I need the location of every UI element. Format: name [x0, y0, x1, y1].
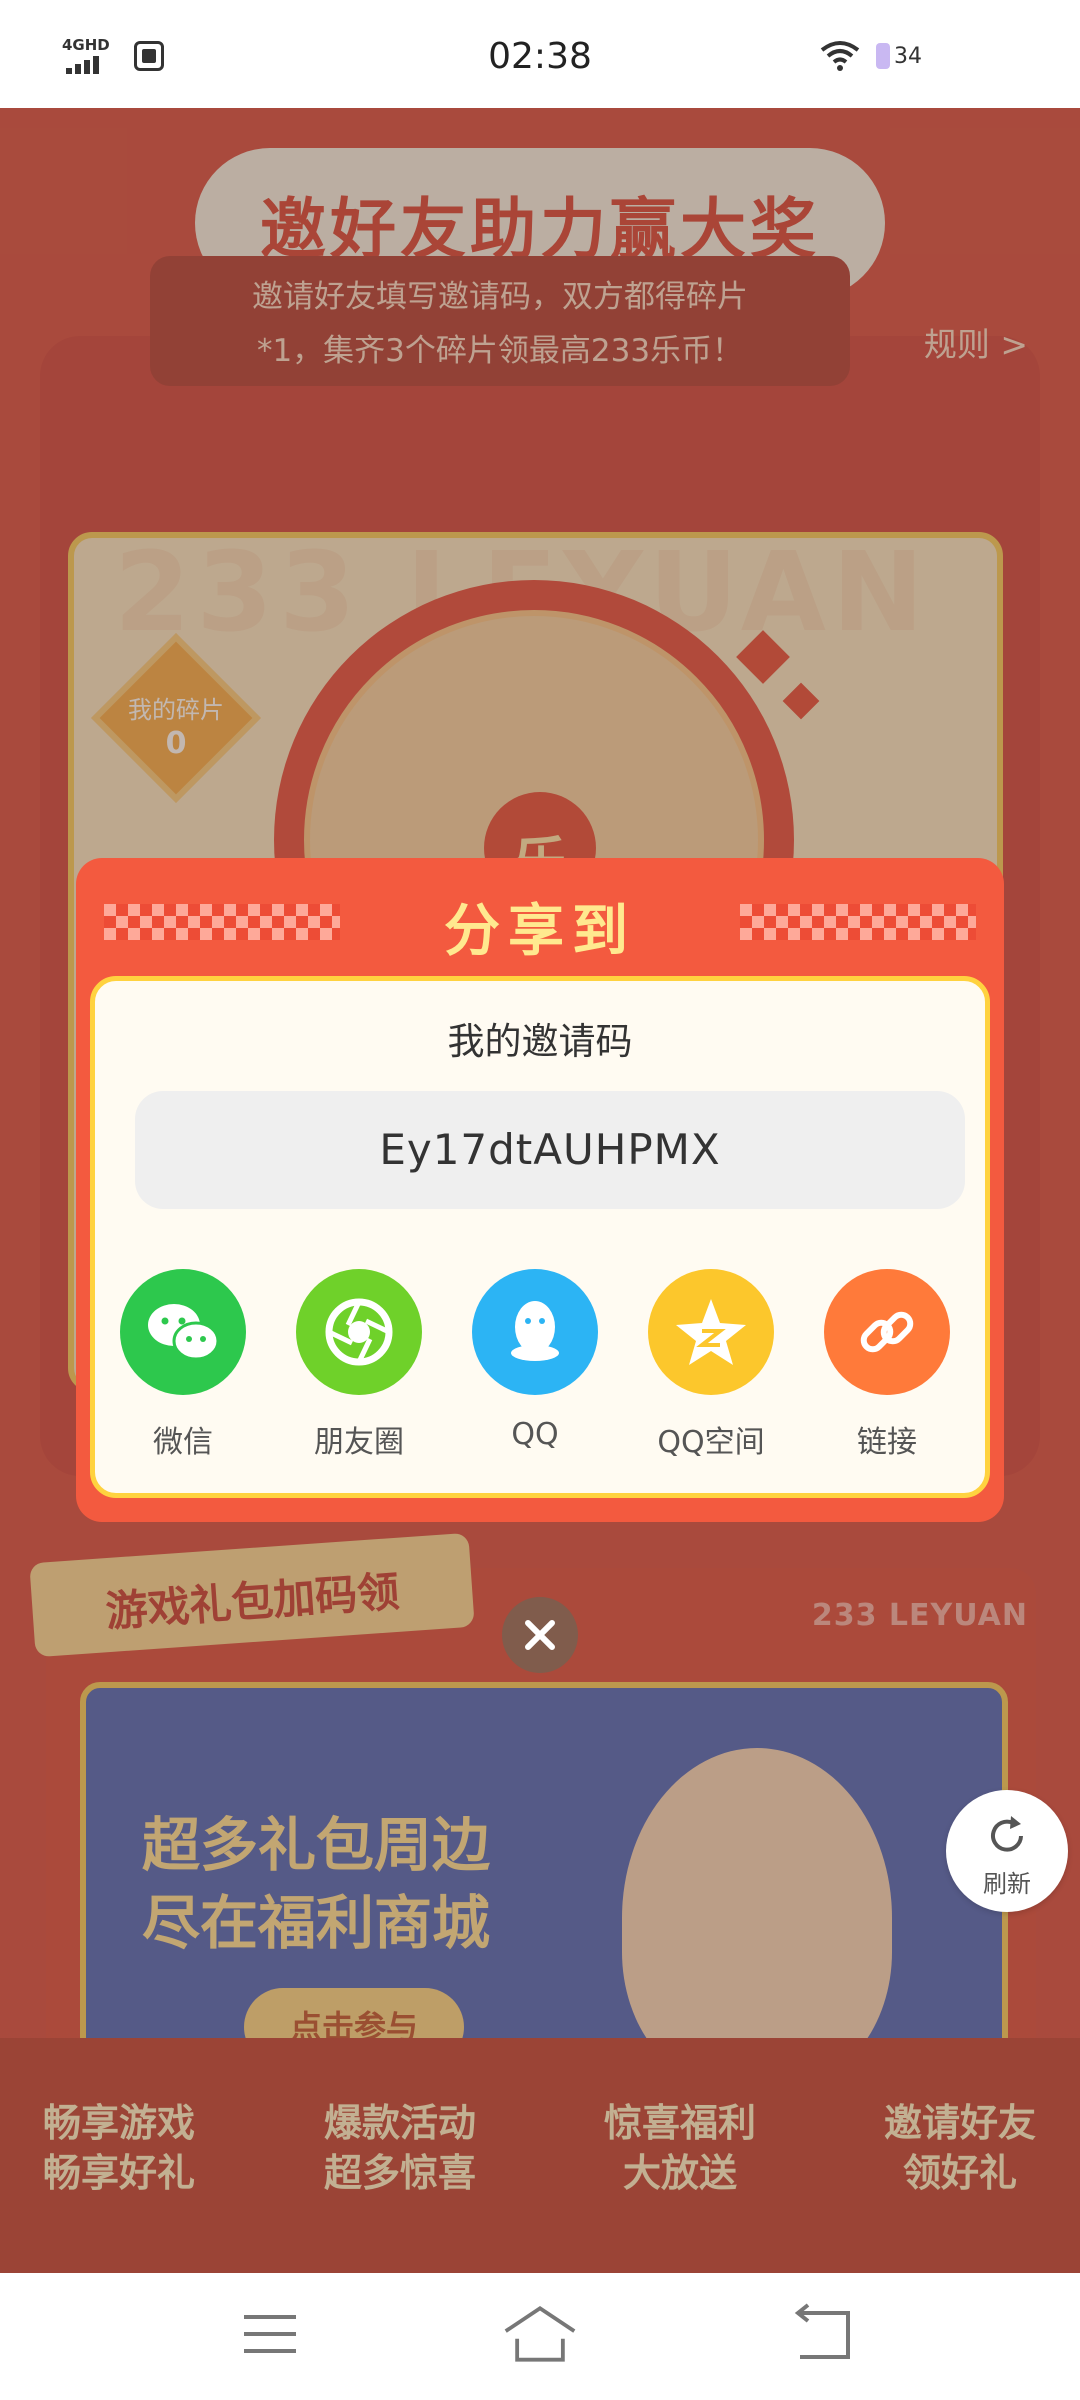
- nav-menu-button[interactable]: [230, 2299, 310, 2369]
- battery-icon: [876, 43, 890, 69]
- dialog-body: 我的邀请码 Ey17dtAUHPMX 微信 朋友圈 QQ QQ空间 链接: [90, 976, 990, 1498]
- wifi-icon: [820, 41, 860, 71]
- share-wechat-button[interactable]: 微信: [95, 1269, 271, 1460]
- link-icon: [824, 1269, 950, 1395]
- status-right: 34: [820, 40, 922, 72]
- dialog-title: 分享到: [444, 899, 636, 964]
- home-icon: [504, 2305, 576, 2362]
- qq-icon: [472, 1269, 598, 1395]
- nav-back-button[interactable]: [780, 2299, 860, 2369]
- status-bar: 4GHD 02:38 34: [0, 0, 1080, 108]
- invite-code-label: 我的邀请码: [447, 1020, 633, 1063]
- share-moments-button[interactable]: 朋友圈: [271, 1269, 447, 1460]
- close-dialog-button[interactable]: [502, 1597, 578, 1673]
- system-nav-bar: [0, 2273, 1080, 2400]
- share-options: 微信 朋友圈 QQ QQ空间 链接: [95, 1269, 985, 1460]
- share-label: 微信: [153, 1425, 213, 1460]
- refresh-button[interactable]: 刷新: [946, 1790, 1068, 1912]
- share-link-button[interactable]: 链接: [799, 1269, 975, 1460]
- share-label: QQ空间: [657, 1425, 765, 1460]
- battery-indicator: 34: [876, 43, 922, 69]
- invite-code-box[interactable]: Ey17dtAUHPMX: [135, 1091, 965, 1209]
- close-icon: [525, 1620, 555, 1650]
- share-qq-button[interactable]: QQ: [447, 1269, 623, 1459]
- share-label: QQ: [511, 1417, 559, 1452]
- wechat-icon: [120, 1269, 246, 1395]
- share-label: 链接: [857, 1425, 917, 1460]
- share-label: 朋友圈: [314, 1425, 404, 1460]
- share-qzone-button[interactable]: QQ空间: [623, 1269, 799, 1460]
- invite-code-value: Ey17dtAUHPMX: [379, 1125, 721, 1174]
- refresh-label: 刷新: [983, 1870, 1031, 1898]
- share-dialog: 分享到 我的邀请码 Ey17dtAUHPMX 微信 朋友圈 QQ QQ空间 链接: [76, 858, 1004, 1522]
- nav-home-button[interactable]: [500, 2299, 584, 2369]
- menu-icon: [244, 2315, 296, 2353]
- moments-icon: [296, 1269, 422, 1395]
- battery-level: 34: [894, 43, 922, 69]
- qzone-icon: [648, 1269, 774, 1395]
- refresh-icon: [991, 1816, 1023, 1852]
- back-icon: [794, 2303, 850, 2359]
